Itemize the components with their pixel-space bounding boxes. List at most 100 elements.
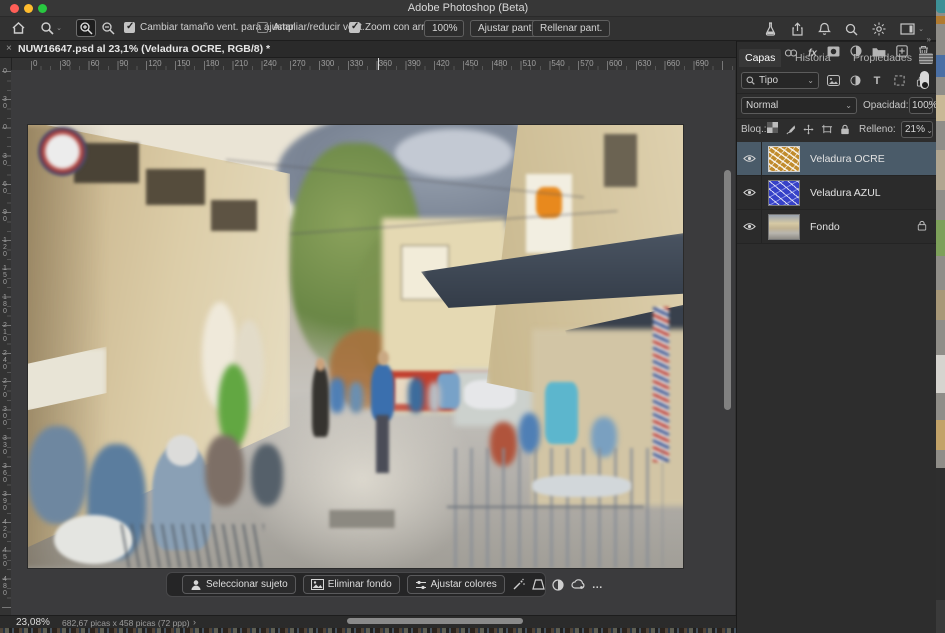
ruler-label: 570 (580, 59, 593, 68)
photo-region (428, 382, 441, 413)
background-thumbnail (936, 290, 945, 320)
lock-pixels-icon[interactable] (785, 122, 796, 140)
visibility-eye-icon[interactable] (737, 176, 762, 209)
share-icon[interactable] (791, 22, 804, 36)
vertical-scrollbar[interactable] (724, 170, 731, 410)
photo-region (441, 448, 664, 568)
ruler-label: 1 8 0 (1, 294, 9, 315)
wand-icon[interactable] (512, 577, 525, 593)
filter-type-icons: T (825, 72, 929, 89)
tab-propiedades[interactable]: Propiedades (847, 49, 918, 67)
layer-name[interactable]: Veladura AZUL (810, 187, 881, 199)
fill-value: 21% (905, 124, 925, 135)
remove-background-button[interactable]: Eliminar fondo (303, 575, 400, 594)
photo-region (408, 378, 424, 413)
checkbox-icon[interactable] (257, 22, 268, 33)
layer-row-veladura-azul[interactable]: Veladura AZUL (737, 176, 937, 210)
filter-shape-icon[interactable] (891, 72, 907, 89)
checkbox-icon[interactable] (124, 22, 135, 33)
photo-region (653, 307, 669, 462)
layer-row-fondo[interactable]: Fondo (737, 210, 937, 244)
lock-all-icon[interactable] (840, 122, 850, 140)
ruler-label: 270 (292, 59, 305, 68)
photo-region (519, 413, 540, 453)
ruler-label: 210 (235, 59, 248, 68)
ruler-label: 510 (523, 59, 536, 68)
background-thumbnail (936, 355, 945, 393)
adjustment-circle-icon[interactable] (552, 577, 564, 593)
chevron-down-icon[interactable]: ⌄ (926, 126, 933, 135)
tab-capas[interactable]: Capas (739, 49, 781, 67)
layer-name[interactable]: Veladura OCRE (810, 153, 885, 165)
ruler-label: 390 (407, 59, 420, 68)
filter-adjustment-icon[interactable] (847, 72, 863, 89)
ruler-label: 480 (494, 59, 507, 68)
photo-region (38, 127, 87, 176)
layer-filter-select[interactable]: Tipo ⌄ (741, 72, 819, 89)
ruler-label: 150 (177, 59, 190, 68)
layer-thumbnail[interactable] (768, 214, 800, 240)
photo-region (329, 510, 395, 528)
ruler-label: 30 (62, 59, 71, 68)
zoom-in-button[interactable] (76, 19, 96, 37)
zoom-tool-icon[interactable]: ⌄ (36, 19, 66, 37)
filter-toggle-pin[interactable] (920, 71, 929, 89)
collapse-panels-icon[interactable]: » (927, 35, 931, 44)
background-thumbnail (936, 220, 945, 256)
status-zoom-field[interactable]: 23,08% (16, 617, 50, 628)
lock-artboard-icon[interactable] (821, 122, 833, 140)
home-icon[interactable] (8, 19, 28, 37)
layer-thumbnail[interactable] (768, 180, 800, 206)
chevron-down-icon[interactable]: ⌄ (926, 102, 933, 111)
ruler-label: 420 (436, 59, 449, 68)
checkbox-icon[interactable] (349, 22, 360, 33)
photo-region (166, 435, 199, 466)
layer-name[interactable]: Fondo (810, 221, 840, 233)
blend-mode-select[interactable]: Normal ⌄ (741, 97, 857, 114)
layers-list: Veladura OCRE Veladura AZUL Fondo (737, 142, 937, 244)
filter-type-icon[interactable]: T (869, 72, 885, 89)
horizontal-scrollbar[interactable] (347, 618, 523, 624)
filter-pixel-icon[interactable] (825, 72, 841, 89)
photo-region (376, 415, 388, 473)
panel-menu-icon[interactable] (919, 53, 933, 64)
harmonize-icon[interactable] (571, 577, 585, 593)
chevron-down-icon: ⌄ (56, 24, 62, 32)
button-label: Eliminar fondo (328, 579, 392, 590)
ruler-label: 3 9 0 (1, 491, 9, 512)
discover-bulb-icon[interactable] (872, 22, 886, 36)
beta-flask-icon[interactable] (764, 22, 777, 36)
visibility-eye-icon[interactable] (737, 142, 762, 175)
lock-transparency-icon[interactable] (767, 122, 778, 133)
zoom-out-button[interactable] (98, 19, 118, 37)
background-window-dark (936, 600, 945, 633)
more-options-icon[interactable]: … (592, 577, 604, 593)
select-subject-button[interactable]: Seleccionar sujeto (182, 575, 296, 594)
notifications-bell-icon[interactable] (818, 22, 831, 36)
lock-position-icon[interactable] (803, 122, 814, 140)
canvas-image[interactable] (28, 125, 683, 568)
opacity-value: 100% (912, 100, 938, 111)
fill-screen-button[interactable]: Rellenar pant. (532, 20, 610, 37)
transform-icon[interactable] (532, 577, 545, 593)
adjust-colors-button[interactable]: Ajustar colores (407, 575, 505, 594)
document-tab[interactable]: NUW16647.psd al 23,1% (Veladura OCRE, RG… (18, 43, 270, 55)
status-chevron-icon[interactable]: › (193, 617, 196, 627)
ruler-label: 2 1 0 (1, 322, 9, 343)
workspace-switcher[interactable]: ⌄ (900, 23, 924, 35)
photo-region (205, 435, 244, 506)
status-document-info: 682,67 picas x 458 picas (72 ppp) (62, 618, 190, 628)
status-bar: 23,08% 682,67 picas x 458 picas (72 ppp)… (0, 615, 736, 629)
ruler-label: 4 8 0 (1, 576, 9, 597)
tab-close-icon[interactable]: × (6, 43, 12, 54)
visibility-eye-icon[interactable] (737, 210, 762, 243)
zoom-100-button[interactable]: 100% (424, 20, 464, 37)
layer-row-veladura-ocre[interactable]: Veladura OCRE (737, 142, 937, 176)
chevron-down-icon: ⌄ (918, 25, 924, 33)
layer-thumbnail[interactable] (768, 146, 800, 172)
tab-historia[interactable]: Historia (789, 49, 837, 67)
search-icon[interactable] (845, 23, 858, 36)
ruler-label: 4 2 0 (1, 519, 9, 540)
canvas-pasteboard[interactable] (11, 70, 735, 615)
lock-label: Bloq.: (741, 124, 767, 135)
